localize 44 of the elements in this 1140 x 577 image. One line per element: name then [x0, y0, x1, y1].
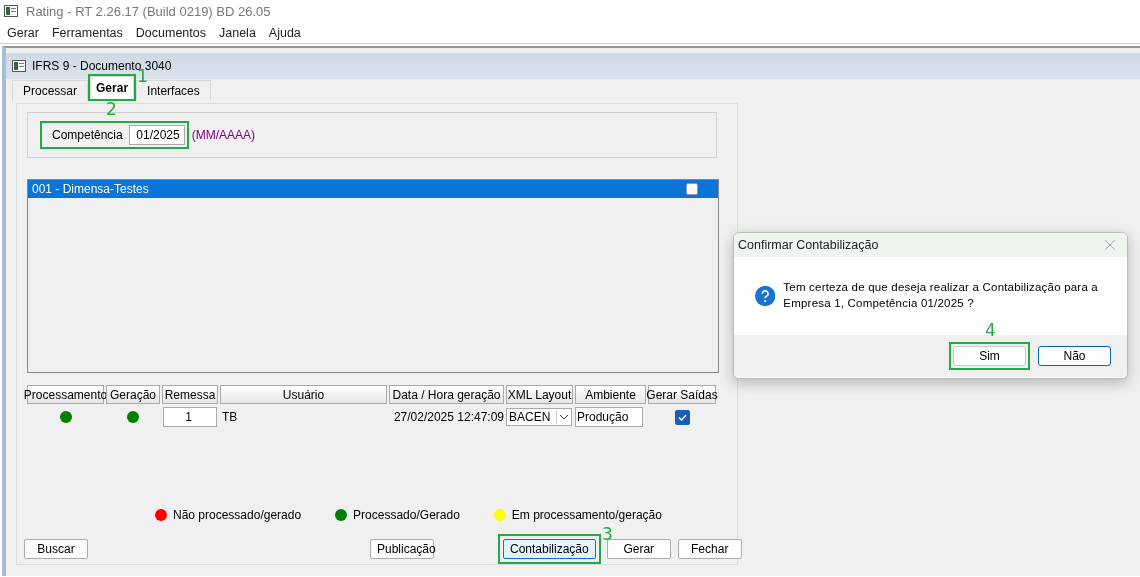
column-header[interactable]: Gerar Saídas — [648, 385, 716, 404]
table-cell-text: TB — [221, 410, 239, 424]
annotation-number: 4 — [985, 322, 996, 339]
column-header[interactable]: Remessa — [162, 385, 218, 404]
input-field[interactable]: 01/2025 — [128, 125, 185, 145]
menu-item[interactable]: Ajuda — [268, 25, 301, 40]
format-hint: (MM/AAAA) — [191, 128, 256, 142]
legend-label: Em processamento/geração — [511, 508, 662, 522]
list-item[interactable]: 001 - Dimensa-Testes — [28, 180, 718, 198]
legend-label: Processado/Gerado — [353, 508, 460, 522]
chevron-icon — [556, 410, 571, 424]
dialog-message: Tem certeza de que deseja realizar a Contabilização para a Empresa 1, Competência 01/2025 ? — [783, 280, 1099, 311]
app-icon — [4, 5, 18, 17]
column-header[interactable]: Geração — [106, 385, 160, 404]
menu-item[interactable]: Gerar — [7, 25, 39, 40]
app-title: Rating - RT 2.26.17 (Build 0219) BD 26.05 — [26, 3, 271, 19]
annotation-number: 2 — [106, 101, 117, 118]
checkbox[interactable] — [686, 183, 698, 195]
input-field[interactable]: Produção — [575, 407, 643, 427]
action-button[interactable]: Publicação — [370, 539, 434, 559]
dropdown[interactable]: BACEN — [506, 408, 572, 426]
input-field[interactable]: 1 — [163, 407, 217, 427]
action-button[interactable]: Buscar — [24, 539, 88, 559]
menu-item[interactable]: Janela — [219, 25, 256, 40]
column-header[interactable]: Ambiente — [575, 385, 646, 404]
item-label: 001 - Dimensa-Testes — [32, 182, 149, 196]
tab[interactable]: Processar — [12, 80, 89, 101]
menu-item[interactable]: Ferramentas — [51, 25, 123, 40]
action-button[interactable]: Gerar — [606, 539, 671, 559]
action-button[interactable]: Fechar — [677, 539, 742, 559]
column-header[interactable]: Usuário — [220, 385, 387, 404]
field-label: Competência — [52, 128, 123, 142]
menu-item[interactable]: Documentos — [135, 25, 206, 40]
dialog-button[interactable]: Não — [1038, 346, 1111, 366]
tab[interactable]: Gerar — [90, 76, 135, 99]
dialog-button[interactable]: Sim — [953, 346, 1026, 366]
table-cell-text: 27/02/2025 12:47:09 — [392, 410, 504, 424]
action-button[interactable]: Contabilização — [503, 539, 596, 559]
column-header[interactable]: XML Layout — [506, 385, 573, 404]
dialog-title: Confirmar Contabilização — [738, 238, 879, 252]
window-icon — [12, 60, 26, 72]
column-header[interactable]: Data / Hora geração — [389, 385, 504, 404]
legend-label: Não processado/gerado — [173, 508, 302, 522]
checkbox[interactable] — [674, 409, 690, 425]
